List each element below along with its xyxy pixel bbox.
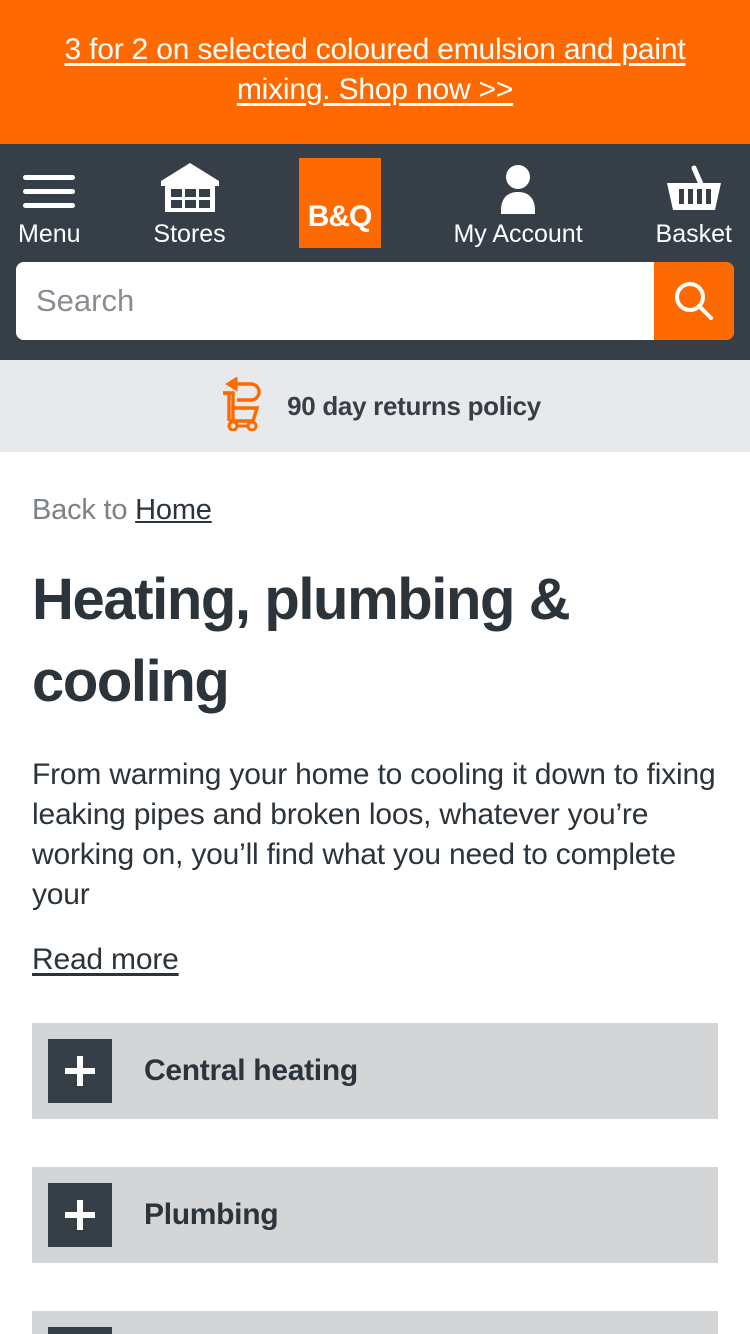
nav-item-menu[interactable]: Menu xyxy=(18,164,81,248)
return-cart-icon xyxy=(209,375,265,436)
bandq-logo-text: B&Q xyxy=(307,200,373,233)
store-building-icon xyxy=(159,163,221,214)
nav-item-logo[interactable]: B&Q xyxy=(298,158,381,248)
promo-link[interactable]: 3 for 2 on selected coloured emulsion an… xyxy=(55,30,695,110)
accordion-row[interactable]: Central heating xyxy=(32,1023,718,1119)
nav-items: Menu Stores B&Q My Account Basket xyxy=(0,156,750,248)
page-title: Heating, plumbing & cooling xyxy=(32,567,571,714)
page-description: From warming your home to cooling it dow… xyxy=(32,758,716,911)
nav-label-stores: Stores xyxy=(153,220,226,248)
accordion-row[interactable]: Fires, stoves & electric heating xyxy=(32,1311,718,1334)
plus-icon[interactable] xyxy=(48,1183,112,1247)
nav-label-menu: Menu xyxy=(18,220,81,248)
nav-item-my-account[interactable]: My Account xyxy=(453,164,583,248)
search-input[interactable] xyxy=(16,262,654,340)
accordion-label: Plumbing xyxy=(144,1198,279,1231)
nav-item-basket[interactable]: Basket xyxy=(656,164,732,248)
accordion-row[interactable]: Plumbing xyxy=(32,1167,718,1263)
plus-icon[interactable] xyxy=(48,1327,112,1334)
nav-item-stores[interactable]: Stores xyxy=(153,163,226,248)
search-row xyxy=(0,248,750,360)
accordion-label: Central heating xyxy=(144,1054,358,1087)
basket-icon xyxy=(663,164,725,214)
search-icon xyxy=(675,282,713,320)
breadcrumb: Back to Home xyxy=(32,452,718,527)
nav-label-my-account: My Account xyxy=(453,220,583,248)
search-bar xyxy=(16,262,734,340)
returns-policy-banner: 90 day returns policy xyxy=(0,360,750,452)
plus-icon[interactable] xyxy=(48,1039,112,1103)
read-more-link[interactable]: Read more xyxy=(32,943,179,977)
hamburger-menu-icon xyxy=(23,164,76,214)
bandq-logo: B&Q xyxy=(298,158,381,248)
person-icon xyxy=(494,164,542,214)
category-accordion: Central heating Plumbing Fires, stoves &… xyxy=(32,1023,718,1334)
navigation-bar: Menu Stores B&Q My Account Basket Search xyxy=(0,144,750,360)
nav-label-basket: Basket xyxy=(655,220,732,248)
breadcrumb-link-home[interactable]: Home xyxy=(135,494,212,526)
returns-policy-text: 90 day returns policy xyxy=(287,390,541,421)
breadcrumb-prefix: Back to xyxy=(32,494,136,526)
search-button[interactable] xyxy=(654,262,734,340)
main-content: Back to Home Heating, plumbing & cooling… xyxy=(0,452,750,1334)
promo-banner: 3 for 2 on selected coloured emulsion an… xyxy=(0,0,750,144)
